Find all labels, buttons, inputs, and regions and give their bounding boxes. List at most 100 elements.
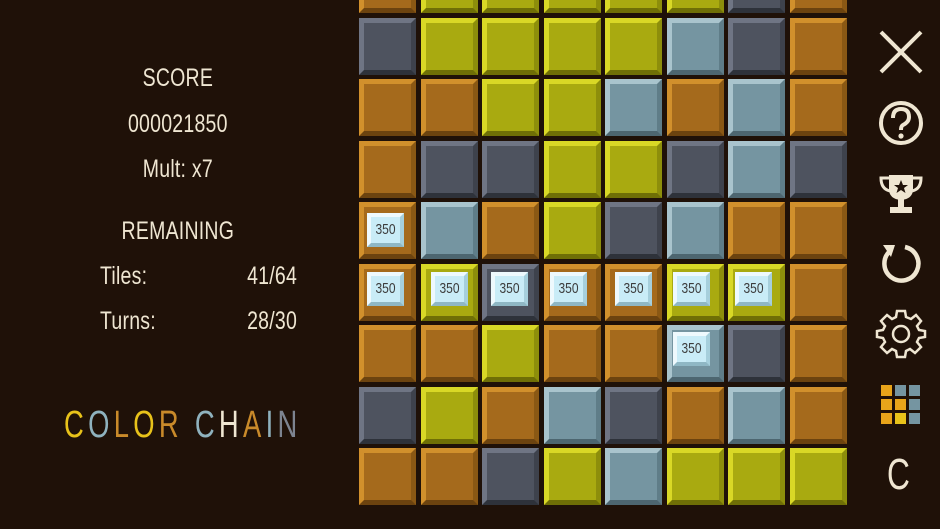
board-tile[interactable] [666, 140, 724, 198]
board-tile[interactable] [605, 202, 662, 259]
help-button[interactable] [875, 97, 927, 149]
board-tile[interactable] [728, 448, 785, 505]
board-tile[interactable] [789, 79, 847, 136]
trophy-icon [879, 175, 923, 213]
level-grid-button[interactable] [875, 380, 927, 432]
board-tile[interactable] [359, 17, 416, 75]
board-tile[interactable] [359, 386, 416, 444]
game-board[interactable]: 350 350 350 350 350 350 350 350 350 [355, 0, 865, 529]
points-badge: 350 [673, 332, 710, 366]
board-tile[interactable] [543, 325, 601, 382]
board-tile[interactable] [420, 0, 478, 13]
restart-button[interactable] [875, 237, 927, 289]
board-tile[interactable] [728, 79, 785, 136]
board-tile[interactable] [666, 386, 724, 444]
tiles-value: 41/64 [247, 262, 297, 290]
settings-button[interactable] [875, 307, 927, 359]
board-tile[interactable] [359, 140, 416, 198]
board-tile[interactable] [482, 0, 539, 13]
board-tile[interactable] [420, 202, 478, 259]
board-tile[interactable] [359, 448, 416, 505]
points-badge: 350 [735, 272, 772, 306]
board-tile[interactable] [605, 448, 662, 505]
points-badge-value: 350 [439, 280, 460, 297]
board-tile[interactable] [789, 263, 847, 321]
board-tile[interactable] [420, 325, 478, 382]
board-tile[interactable] [666, 79, 724, 136]
board-tile[interactable] [789, 386, 847, 444]
board-tile[interactable] [359, 79, 416, 136]
game-logo: COLOR CHAIN [64, 404, 302, 447]
board-tile[interactable] [482, 79, 539, 136]
board-tile[interactable] [543, 386, 601, 444]
points-badge-value: 350 [743, 280, 764, 297]
board-tile[interactable] [605, 325, 662, 382]
board-tile[interactable] [666, 202, 724, 259]
score-label: SCORE [142, 64, 214, 92]
board-tile[interactable] [728, 386, 785, 444]
board-tile[interactable] [789, 325, 847, 382]
board-tile[interactable] [482, 448, 539, 505]
board-tile[interactable] [728, 325, 785, 382]
logo-letter: N [277, 404, 302, 446]
points-badge-value: 350 [558, 280, 579, 297]
close-icon [879, 30, 923, 74]
board-tile[interactable] [789, 140, 847, 198]
board-tile[interactable] [605, 386, 662, 444]
logo-letter: L [113, 404, 134, 446]
settings-icon [875, 309, 927, 359]
color-mode-button[interactable]: C [887, 450, 910, 500]
close-button[interactable] [875, 26, 927, 78]
board-tile[interactable] [482, 17, 539, 75]
points-badge: 350 [367, 272, 404, 306]
points-badge: 350 [615, 272, 652, 306]
board-tile[interactable] [543, 0, 601, 13]
board-tile[interactable] [789, 202, 847, 259]
board-tile[interactable] [605, 140, 662, 198]
board-tile[interactable] [482, 202, 539, 259]
board-tile[interactable] [728, 140, 785, 198]
board-tile[interactable] [666, 448, 724, 505]
points-badge: 350 [491, 272, 528, 306]
points-badge: 350 [367, 213, 404, 247]
board-tile[interactable] [789, 17, 847, 75]
logo-letter: O [133, 404, 159, 446]
board-tile[interactable] [420, 386, 478, 444]
board-tile[interactable] [543, 448, 601, 505]
points-badge: 350 [550, 272, 587, 306]
board-tile[interactable] [482, 140, 539, 198]
board-tile[interactable] [359, 0, 416, 13]
board-tile[interactable] [420, 140, 478, 198]
turns-label: Turns: [100, 307, 156, 335]
board-tile[interactable] [789, 0, 847, 13]
board-tile[interactable] [728, 202, 785, 259]
board-tile[interactable] [728, 17, 785, 75]
board-tile[interactable] [666, 17, 724, 75]
board-tile[interactable] [543, 140, 601, 198]
board-tile[interactable] [605, 0, 662, 13]
tiles-label: Tiles: [100, 262, 148, 290]
points-badge-value: 350 [623, 280, 644, 297]
board-tile[interactable] [543, 79, 601, 136]
board-tile[interactable] [420, 79, 478, 136]
trophy-button[interactable] [875, 167, 927, 219]
logo-letter: I [265, 404, 278, 446]
board-tile[interactable] [420, 17, 478, 75]
info-panel: SCORE 000021850 Mult: x7 REMAINING Tiles… [0, 0, 355, 529]
logo-letter: C [194, 404, 219, 446]
board-tile[interactable] [728, 0, 785, 13]
board-tile[interactable] [482, 386, 539, 444]
board-tile[interactable] [543, 202, 601, 259]
board-tile[interactable] [482, 325, 539, 382]
board-tile[interactable] [420, 448, 478, 505]
logo-letter: C [64, 404, 89, 446]
board-tile[interactable] [666, 0, 724, 13]
board-tile[interactable] [789, 448, 847, 505]
board-tile[interactable] [605, 17, 662, 75]
board-tile[interactable] [605, 79, 662, 136]
points-badge: 350 [673, 272, 710, 306]
board-tile[interactable] [543, 17, 601, 75]
points-badge-value: 350 [375, 280, 396, 297]
points-badge-value: 350 [681, 280, 702, 297]
board-tile[interactable] [359, 325, 416, 382]
